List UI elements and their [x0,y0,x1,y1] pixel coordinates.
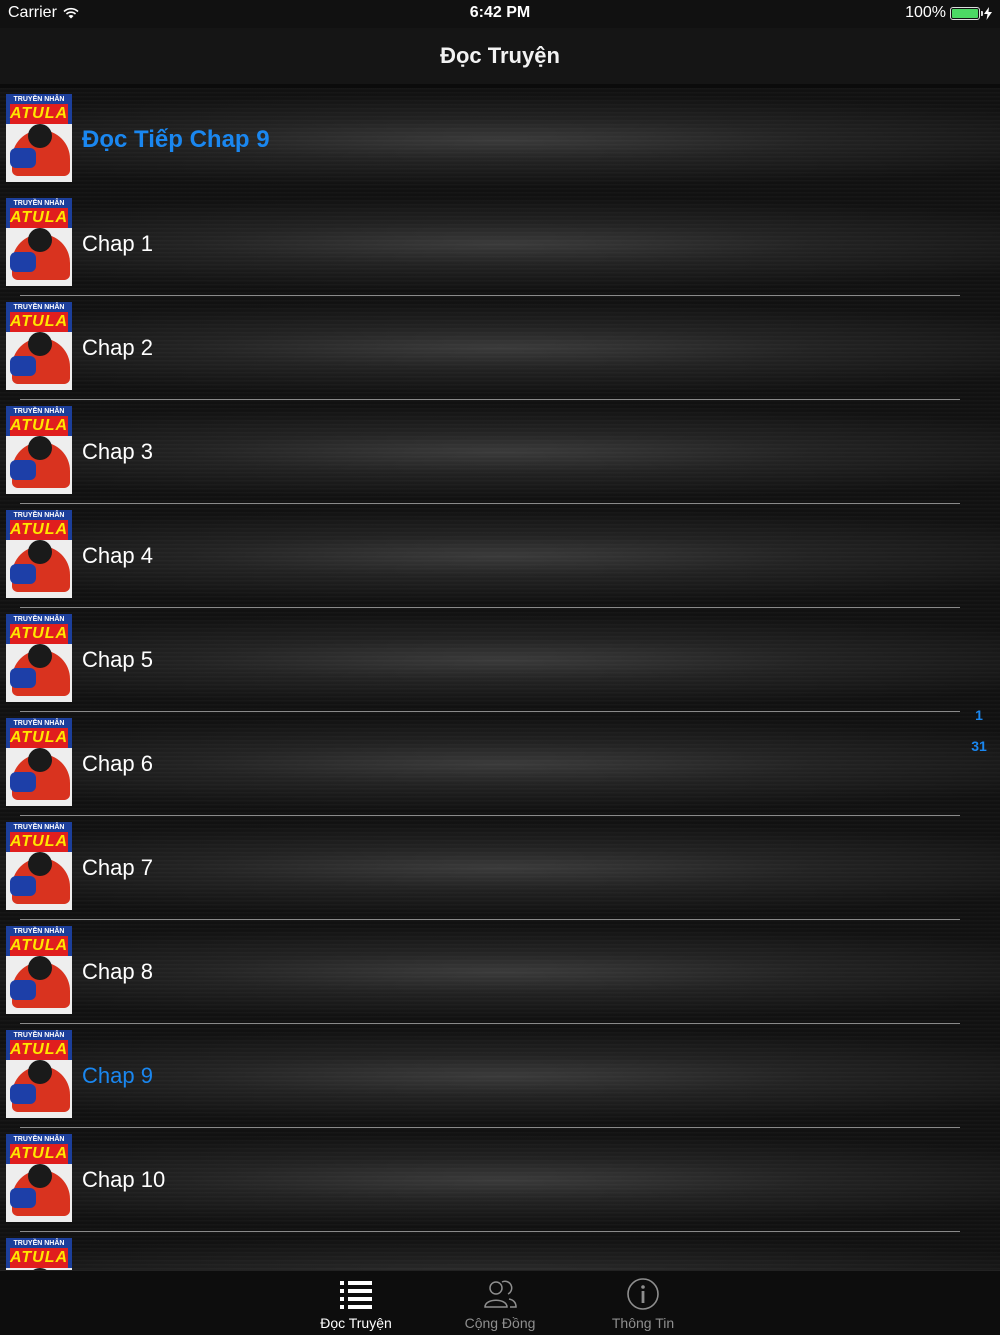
thumbnail-title: TRUYỀN NHÂN [13,1136,65,1143]
status-right: 100% [905,4,992,22]
thumbnail-logo: ATULA [10,104,69,124]
list-icon [338,1277,374,1311]
chapter-thumbnail: TRUYỀN NHÂN ATULA [6,718,72,806]
thumbnail-logo: ATULA [10,208,69,228]
people-icon [482,1277,518,1311]
row-label: Chap 6 [82,751,153,776]
chapter-thumbnail: TRUYỀN NHÂN ATULA [6,406,72,494]
section-index-item[interactable]: 31 [968,731,990,762]
section-index[interactable]: 1 31 [968,700,990,762]
battery-icon [950,6,983,20]
thumbnail-logo: ATULA [10,1040,69,1060]
navigation-bar: Đọc Truyện [0,28,1000,84]
battery-percent: 100% [905,4,946,21]
thumbnail-title: TRUYỀN NHÂN [13,616,65,623]
chapter-row[interactable]: TRUYỀN NHÂN ATULA Chap 9 [0,1024,1000,1128]
clock: 6:42 PM [469,4,531,21]
page-title: Đọc Truyện [440,43,560,68]
row-label: Chap 11 [82,1232,164,1270]
row-label: Chap 2 [82,335,153,360]
thumbnail-logo: ATULA [10,832,69,852]
chapter-thumbnail: TRUYỀN NHÂN ATULA [6,1238,72,1270]
thumbnail-title: TRUYỀN NHÂN [13,408,65,415]
chapter-thumbnail: TRUYỀN NHÂN ATULA [6,1134,72,1222]
tab-3[interactable]: Thông Tin [583,1271,703,1335]
chapter-row[interactable]: TRUYỀN NHÂN ATULA Chap 8 [0,920,1000,1024]
chapter-thumbnail: TRUYỀN NHÂN ATULA [6,198,72,286]
chapter-list[interactable]: TRUYỀN NHÂN ATULA Đọc Tiếp Chap 9 TRUYỀN NH… [0,88,1000,1270]
row-label: Chap 5 [82,647,153,672]
continue-reading-row[interactable]: TRUYỀN NHÂN ATULA Đọc Tiếp Chap 9 [0,88,1000,192]
row-label: Chap 10 [82,1167,166,1192]
thumbnail-title: TRUYỀN NHÂN [13,928,65,935]
chapter-row[interactable]: TRUYỀN NHÂN ATULA Chap 6 [0,712,1000,816]
row-label: Đọc Tiếp Chap 9 [82,126,270,153]
chapter-thumbnail: TRUYỀN NHÂN ATULA [6,926,72,1014]
section-index-item[interactable]: 1 [968,700,990,731]
chapter-row[interactable]: TRUYỀN NHÂN ATULA Chap 5 [0,608,1000,712]
chapter-row[interactable]: TRUYỀN NHÂNATULA Chap 11 [0,1232,1000,1270]
chapter-row[interactable]: TRUYỀN NHÂN ATULA Chap 2 [0,296,1000,400]
thumbnail-title: TRUYỀN NHÂN [13,1240,65,1247]
row-label: Chap 4 [82,543,153,568]
thumbnail-logo: ATULA [10,728,69,748]
row-label: Chap 1 [82,231,153,256]
chapter-row[interactable]: TRUYỀN NHÂN ATULA Chap 3 [0,400,1000,504]
thumbnail-logo: ATULA [10,520,69,540]
chapter-row[interactable]: TRUYỀN NHÂN ATULA Chap 7 [0,816,1000,920]
thumbnail-logo: ATULA [10,936,69,956]
thumbnail-logo: ATULA [10,624,69,644]
tab-bar: Đọc Truyện Cộng Đồng Thông Tin [0,1270,1000,1335]
info-icon [625,1277,661,1311]
chapter-thumbnail: TRUYỀN NHÂN ATULA [6,614,72,702]
chapter-row[interactable]: TRUYỀN NHÂN ATULA Chap 10 [0,1128,1000,1232]
tab-2[interactable]: Cộng Đồng [440,1271,560,1335]
tab-label: Cộng Đồng [464,1315,536,1331]
tab-label: Đọc Truyện [320,1315,392,1331]
thumbnail-logo: ATULA [10,416,69,436]
chapter-thumbnail: TRUYỀN NHÂN ATULA [6,94,72,182]
thumbnail-title: TRUYỀN NHÂN [13,512,65,519]
chapter-thumbnail: TRUYỀN NHÂN ATULA [6,822,72,910]
status-bar: Carrier 6:42 PM 100% [0,0,1000,28]
chapter-thumbnail: TRUYỀN NHÂN ATULA [6,302,72,390]
row-label: Chap 8 [82,959,153,984]
thumbnail-logo: ATULA [10,1248,69,1268]
chapter-row[interactable]: TRUYỀN NHÂN ATULA Chap 4 [0,504,1000,608]
thumbnail-logo: ATULA [10,1144,69,1164]
chapter-row[interactable]: TRUYỀN NHÂN ATULA Chap 1 [0,192,1000,296]
thumbnail-title: TRUYỀN NHÂN [13,96,65,103]
thumbnail-logo: ATULA [10,312,69,332]
tab-1[interactable]: Đọc Truyện [296,1271,416,1335]
thumbnail-title: TRUYỀN NHÂN [13,1032,65,1039]
row-label: Chap 3 [82,439,153,464]
thumbnail-title: TRUYỀN NHÂN [13,200,65,207]
row-label: Chap 7 [82,855,153,880]
chapter-thumbnail: TRUYỀN NHÂN ATULA [6,1030,72,1118]
thumbnail-title: TRUYỀN NHÂN [13,720,65,727]
row-label: Chap 9 [82,1063,153,1088]
tab-label: Thông Tin [611,1315,675,1331]
chapter-thumbnail: TRUYỀN NHÂN ATULA [6,510,72,598]
thumbnail-title: TRUYỀN NHÂN [13,824,65,831]
thumbnail-title: TRUYỀN NHÂN [13,304,65,311]
charging-icon [984,6,992,20]
